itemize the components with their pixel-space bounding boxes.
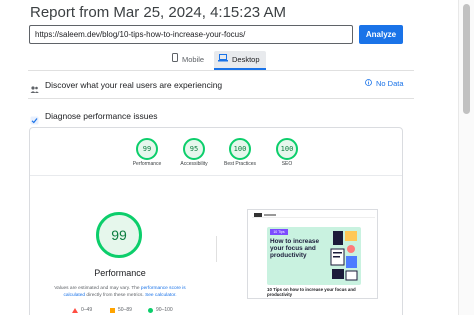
legend-label: 0–49 [81,307,93,313]
score-gauge-best-practices[interactable]: 100 [229,138,251,160]
see-calculator-link[interactable]: See calculator. [145,293,176,298]
info-icon [365,79,372,88]
laptop-icon [218,51,228,69]
thumbnail-logo [254,213,262,217]
section-divider [28,98,414,99]
note-text: Values are estimated and may vary. The [54,286,141,291]
note-text: directly from these metrics. [85,293,146,298]
legend-average: 50–89 [110,307,132,313]
phone-icon [172,51,178,69]
card-divider [30,175,402,176]
legend-label: 90–100 [156,307,173,313]
thumbnail-caption: 10 Tips on how to increase your focus an… [267,287,356,297]
tab-mobile-label: Mobile [182,55,205,64]
thumbnail-illustration [329,229,359,283]
thumbnail-nav [264,214,276,216]
people-icon [30,81,39,93]
no-data-label: No Data [376,79,404,88]
no-data-status[interactable]: No Data [365,79,404,88]
vertical-divider [216,236,217,262]
score-label: Best Practices [224,161,256,167]
score-label: Performance [132,161,162,167]
score-gauge-performance[interactable]: 99 [136,138,158,160]
circle-icon [148,307,153,313]
triangle-icon [72,307,78,313]
score-gauge-accessibility[interactable]: 95 [183,138,205,160]
tab-desktop-label: Desktop [232,55,260,64]
score-label: Accessibility [180,161,208,167]
page-screenshot-thumbnail[interactable]: 10 Tips How to increase your focus and p… [247,209,378,299]
tabs-divider [28,70,414,71]
url-input[interactable] [29,25,353,44]
legend-pass: 90–100 [148,307,173,313]
square-icon [110,307,115,313]
analyze-button[interactable]: Analyze [359,25,403,44]
legend-fail: 0–49 [72,307,92,313]
legend-label: 50–89 [118,307,132,313]
performance-note: Values are estimated and may vary. The p… [44,285,196,299]
score-value: 99 [136,138,158,160]
diagnose-section[interactable]: Diagnose performance issues [30,109,158,124]
score-value: 95 [183,138,205,160]
performance-title: Performance [94,268,146,278]
thumbnail-badge: 10 Tips [270,229,288,235]
scrollbar-thumb[interactable] [463,4,470,114]
report-title: Report from Mar 25, 2024, 4:15:23 AM [30,4,286,21]
thumbnail-headline: How to increase your focus and productiv… [270,238,320,259]
score-label: SEO [281,161,293,167]
score-value: 100 [229,138,251,160]
score-gauge-seo[interactable]: 100 [276,138,298,160]
scrollbar[interactable] [458,0,474,315]
score-value: 100 [276,138,298,160]
real-users-section[interactable]: Discover what your real users are experi… [30,78,223,93]
tab-desktop[interactable]: Desktop [214,51,266,70]
performance-main-gauge: 99 [96,212,142,258]
real-users-label: Discover what your real users are experi… [45,80,223,90]
diagnose-label: Diagnose performance issues [45,111,158,121]
lighthouse-icon [30,112,39,124]
tab-mobile[interactable]: Mobile [172,51,210,69]
